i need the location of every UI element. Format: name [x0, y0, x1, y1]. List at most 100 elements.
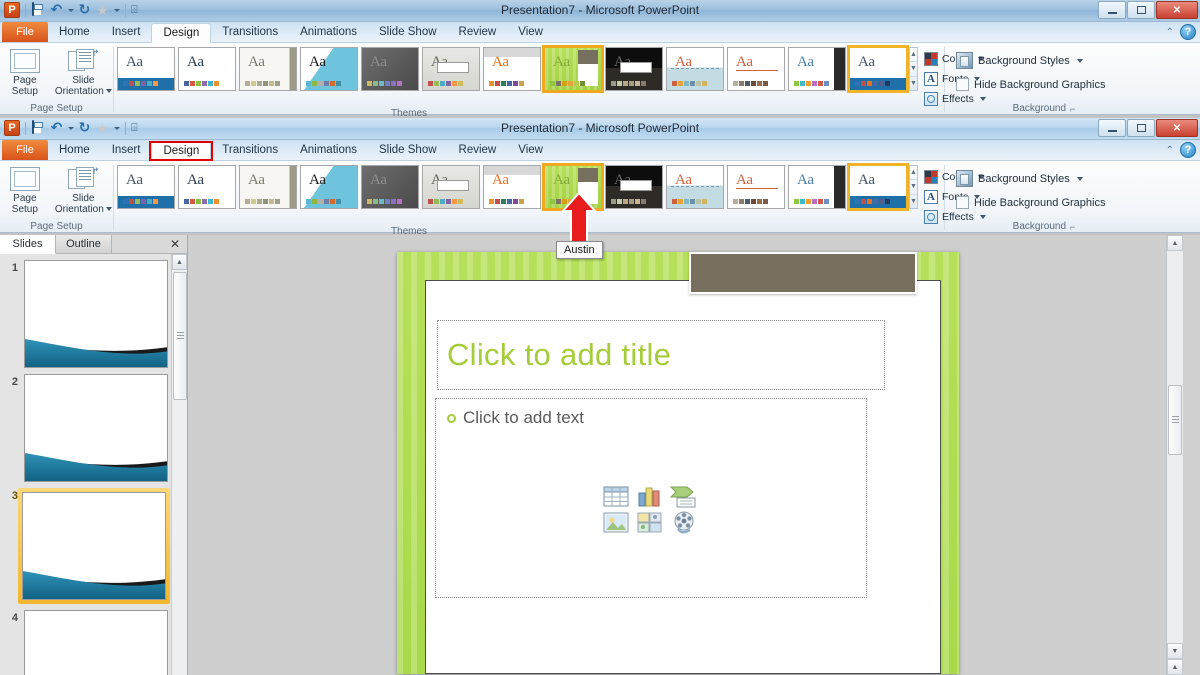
theme-thumbnail[interactable]: Aa [727, 47, 785, 91]
slide-thumbnail[interactable] [24, 610, 168, 675]
bg-gallery-more-icon[interactable]: ▼ [910, 77, 917, 90]
theme-thumbnail[interactable]: Aa [847, 163, 909, 211]
theme-thumbnail[interactable]: Aa [117, 165, 175, 209]
minimize-button[interactable] [1098, 1, 1126, 19]
content-placeholder[interactable]: Click to add text [435, 398, 867, 598]
theme-thumbnail[interactable]: Aa [483, 47, 541, 91]
insert-chart-icon[interactable] [635, 484, 665, 510]
maximize-button[interactable] [1127, 1, 1155, 19]
bg-hide-background-graphics-checkbox[interactable]: Hide Background Graphics [953, 74, 1108, 95]
bg-gallery-scrollbar[interactable]: ▲ ▼ ▼ [909, 47, 918, 91]
tab-slide-show[interactable]: Slide Show [368, 22, 448, 42]
tab-home-active[interactable]: Home [48, 140, 101, 160]
stage-previous-slide-icon[interactable]: ▲ [1167, 659, 1183, 675]
theme-thumbnail[interactable]: Aa [666, 47, 724, 91]
theme-thumbnail[interactable]: Aa [239, 165, 297, 209]
slide-orientation-dropdown-icon-active[interactable] [105, 207, 112, 212]
tab-slide-show-active[interactable]: Slide Show [368, 140, 448, 160]
bg-gallery-scroll-up-icon[interactable]: ▲ [910, 48, 917, 63]
tab-design[interactable]: Design [151, 23, 212, 43]
theme-thumbnail[interactable]: Aa [788, 165, 846, 209]
close-button-active[interactable]: ✕ [1156, 119, 1198, 137]
stage-scroll-up-icon[interactable]: ▲ [1167, 235, 1183, 251]
insert-picture-icon[interactable] [601, 510, 631, 536]
tab-slides[interactable]: Slides [0, 235, 56, 254]
theme-thumbnail[interactable]: Aa [788, 47, 846, 91]
close-panel-icon[interactable]: ✕ [170, 237, 180, 251]
slides-scroll-thumb[interactable] [173, 272, 187, 400]
page-setup-button[interactable]: Page Setup [0, 165, 50, 215]
slides-panel-scrollbar[interactable]: ▲ [171, 254, 187, 675]
theme-thumbnail[interactable]: Aa [847, 45, 909, 93]
gallery-more-icon[interactable]: ▼ [910, 195, 917, 208]
theme-thumbnail[interactable]: Aa [361, 165, 419, 209]
hide-background-graphics-checkbox-icon[interactable] [956, 78, 969, 91]
tab-transitions-active[interactable]: Transitions [211, 140, 289, 160]
bg-gallery-scroll-down-icon[interactable]: ▼ [910, 62, 917, 77]
gallery-scroll-down-icon[interactable]: ▼ [910, 180, 917, 195]
bg-themes-gallery[interactable]: AaAaAaAaAaAaAaAaAaAaAaAaAa [114, 45, 909, 93]
slide-orientation-dropdown-icon[interactable] [105, 89, 112, 94]
theme-thumbnail[interactable]: Aa [605, 165, 663, 209]
tab-insert[interactable]: Insert [101, 22, 152, 42]
tab-insert-active[interactable]: Insert [101, 140, 152, 160]
gallery-scrollbar[interactable]: ▲ ▼ ▼ [909, 165, 918, 209]
theme-thumbnail[interactable]: Aa [300, 165, 358, 209]
title-placeholder[interactable]: Click to add title [437, 320, 885, 390]
tab-file-active[interactable]: File [2, 140, 48, 160]
stage-scrollbar[interactable]: ▲ ▼ ▲ [1166, 235, 1183, 675]
themes-gallery[interactable]: AaAaAaAaAaAaAaAaAaAaAaAaAa [114, 163, 909, 211]
background-styles-button[interactable]: Background Styles [953, 168, 1086, 189]
slide-thumbnail-row[interactable]: 4 [0, 604, 171, 675]
theme-thumbnail[interactable]: Aa [178, 165, 236, 209]
theme-thumbnail[interactable]: Aa [422, 165, 480, 209]
insert-clipart-icon[interactable] [635, 510, 665, 536]
slide-thumbnail-row[interactable]: 2 [0, 368, 171, 482]
slides-scroll-up-icon[interactable]: ▲ [172, 254, 187, 270]
minimize-button-active[interactable] [1098, 119, 1126, 137]
maximize-button-active[interactable] [1127, 119, 1155, 137]
tab-view-active[interactable]: View [507, 140, 554, 160]
background-dialog-launcher-icon[interactable]: ⌐ [1070, 104, 1075, 114]
bg-page-setup-button[interactable]: Page Setup [0, 47, 50, 97]
insert-smartart-icon[interactable] [669, 484, 699, 510]
slide-thumbnail-list[interactable]: 1 2 3 4 [0, 254, 171, 675]
tab-transitions[interactable]: Transitions [211, 22, 289, 42]
theme-thumbnail[interactable]: Aa [239, 47, 297, 91]
slide-thumbnail[interactable] [22, 492, 166, 600]
stage-scroll-down-icon[interactable]: ▼ [1167, 643, 1183, 659]
insert-media-icon[interactable] [669, 510, 699, 536]
background-dialog-launcher-icon-active[interactable]: ⌐ [1070, 222, 1075, 232]
tab-review[interactable]: Review [448, 22, 508, 42]
bg-background-styles-button[interactable]: Background Styles [953, 50, 1086, 71]
gallery-scroll-up-icon[interactable]: ▲ [910, 166, 917, 181]
tab-animations[interactable]: Animations [289, 22, 368, 42]
tab-animations-active[interactable]: Animations [289, 140, 368, 160]
tab-view[interactable]: View [507, 22, 554, 42]
theme-thumbnail[interactable]: Aa [666, 165, 724, 209]
help-icon[interactable]: ? [1180, 24, 1196, 40]
slide-orientation-button[interactable]: ↱ Slide Orientation [54, 165, 113, 215]
theme-thumbnail[interactable]: Aa [605, 47, 663, 91]
slide-thumbnail[interactable] [24, 374, 168, 482]
hide-background-graphics-checkbox-icon-active[interactable] [956, 196, 969, 209]
theme-thumbnail[interactable]: Aa [178, 47, 236, 91]
theme-thumbnail[interactable]: Aa [542, 163, 604, 211]
background-styles-dropdown-icon[interactable] [1076, 58, 1083, 63]
insert-table-icon[interactable] [601, 484, 631, 510]
theme-thumbnail[interactable]: Aa [361, 47, 419, 91]
theme-thumbnail[interactable]: Aa [542, 45, 604, 93]
close-button[interactable]: ✕ [1156, 1, 1198, 19]
tab-outline[interactable]: Outline [56, 235, 112, 253]
theme-thumbnail[interactable]: Aa [483, 165, 541, 209]
tab-review-active[interactable]: Review [448, 140, 508, 160]
stage-scroll-thumb[interactable] [1168, 385, 1182, 455]
help-icon-active[interactable]: ? [1180, 142, 1196, 158]
hide-background-graphics-checkbox[interactable]: Hide Background Graphics [953, 192, 1108, 213]
background-styles-dropdown-icon-active[interactable] [1076, 176, 1083, 181]
tab-home[interactable]: Home [48, 22, 101, 42]
bg-slide-orientation-button[interactable]: ↱ Slide Orientation [54, 47, 113, 97]
slide-thumbnail-row[interactable]: 1 [0, 254, 171, 368]
tab-file[interactable]: File [2, 22, 48, 42]
theme-thumbnail[interactable]: Aa [300, 47, 358, 91]
